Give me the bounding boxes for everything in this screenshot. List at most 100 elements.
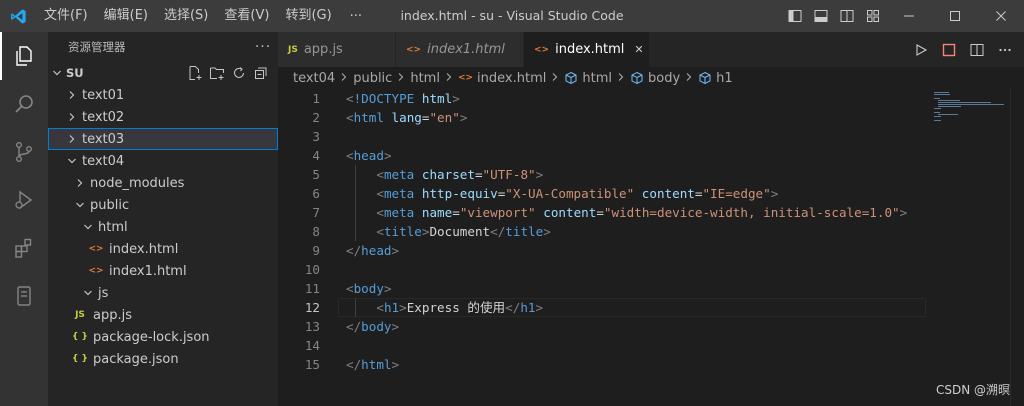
- run-play-icon[interactable]: [908, 37, 934, 63]
- line-number: 11: [304, 281, 320, 296]
- line-number: 2: [312, 110, 320, 125]
- code-text: <meta name="viewport" content="width=dev…: [376, 205, 908, 220]
- stop-preview-icon[interactable]: [936, 37, 962, 63]
- breadcrumb-item[interactable]: text04: [293, 71, 335, 86]
- minimap[interactable]: [926, 89, 1010, 406]
- menu-item[interactable]: 转到(G): [277, 0, 339, 32]
- folder-item[interactable]: text03: [48, 128, 278, 150]
- extensions-icon[interactable]: [0, 224, 48, 272]
- remote-explorer-icon[interactable]: [0, 272, 48, 320]
- folder-item[interactable]: text02: [48, 106, 278, 128]
- breadcrumb-label: body: [647, 70, 681, 86]
- code-text: </head>: [346, 243, 400, 258]
- minimap-line: [938, 102, 991, 103]
- window-controls: [782, 0, 1024, 32]
- minimap-line: [938, 104, 1004, 105]
- file-item[interactable]: <> index.html: [48, 238, 278, 260]
- chevron-down-icon: [72, 200, 88, 210]
- indent-guide: [355, 165, 356, 241]
- breadcrumb-item[interactable]: <> index.html: [458, 71, 546, 86]
- code-line: 5 <meta charset="UTF-8">: [278, 165, 926, 184]
- editor-tab[interactable]: <> index.html ✕: [524, 32, 650, 67]
- menu-item[interactable]: 编辑(E): [96, 0, 156, 32]
- line-number: 4: [312, 148, 320, 163]
- chevron-right-icon: [551, 72, 559, 85]
- tree-item-label: text02: [82, 109, 125, 125]
- refresh-icon[interactable]: [230, 64, 248, 82]
- tab-label: app.js: [303, 42, 343, 57]
- code-line: 6 <meta http-equiv="X-UA-Compatible" con…: [278, 184, 926, 203]
- html-file-icon: <>: [534, 44, 550, 55]
- workspace-folder-row[interactable]: SU: [48, 62, 278, 84]
- code-line: 12 <h1>Express 的使用</h1>: [278, 298, 926, 317]
- minimap-line: [934, 112, 940, 113]
- line-number: 10: [304, 262, 320, 277]
- maximize-button[interactable]: [932, 0, 978, 32]
- menu-more-button[interactable]: ···: [340, 9, 372, 24]
- editor-tab[interactable]: <> index1.html: [396, 32, 524, 67]
- menu-item[interactable]: 查看(V): [216, 0, 277, 32]
- tree-item-label: package-lock.json: [93, 329, 210, 345]
- explorer-icon[interactable]: [0, 32, 48, 80]
- close-icon[interactable]: ✕: [634, 43, 643, 56]
- code-text: <!DOCTYPE html>: [346, 91, 460, 106]
- minimize-button[interactable]: [886, 0, 932, 32]
- tree-item-label: text04: [82, 153, 125, 169]
- code-line: 8 <title>Document</title>: [278, 222, 926, 241]
- chevron-right-icon: [64, 90, 80, 100]
- element-cube-icon: [698, 71, 712, 85]
- menu-item[interactable]: 选择(S): [156, 0, 216, 32]
- code-line: 11 <body>: [278, 279, 926, 298]
- customize-layout-icon[interactable]: [860, 0, 886, 32]
- source-control-icon[interactable]: [0, 128, 48, 176]
- folder-item[interactable]: text04: [48, 150, 278, 172]
- code-line: 4 <head>: [278, 146, 926, 165]
- line-number: 5: [312, 167, 320, 182]
- breadcrumb-item[interactable]: public: [353, 71, 392, 86]
- breadcrumb-item[interactable]: body: [630, 71, 680, 86]
- tree-item-label: public: [90, 197, 130, 213]
- split-editor-icon[interactable]: [964, 37, 990, 63]
- file-item[interactable]: { } package-lock.json: [48, 326, 278, 348]
- chevron-right-icon: [340, 72, 348, 85]
- code-editor[interactable]: 1 <!DOCTYPE html> 2 <html lang="en"> 3 4 <head…: [278, 89, 926, 374]
- minimap-line: [934, 108, 941, 109]
- run-debug-icon[interactable]: [0, 176, 48, 224]
- editor-tab[interactable]: JS app.js: [278, 32, 396, 67]
- more-actions-button[interactable]: [992, 37, 1018, 63]
- folder-item[interactable]: html: [48, 216, 278, 238]
- folder-item[interactable]: js: [48, 282, 278, 304]
- breadcrumb-label: index.html: [477, 70, 547, 86]
- new-file-icon[interactable]: [186, 64, 204, 82]
- new-folder-icon[interactable]: [208, 64, 226, 82]
- breadcrumb-label: h1: [716, 70, 733, 86]
- vertical-scrollbar[interactable]: [1010, 89, 1024, 406]
- breadcrumb-label: html: [410, 70, 440, 86]
- collapse-all-icon[interactable]: [252, 64, 270, 82]
- search-icon[interactable]: [0, 80, 48, 128]
- folder-item[interactable]: text01: [48, 84, 278, 106]
- file-item[interactable]: { } package.json: [48, 348, 278, 370]
- folder-item[interactable]: node_modules: [48, 172, 278, 194]
- html-file-icon: <>: [88, 244, 104, 254]
- code-text: <meta charset="UTF-8">: [376, 167, 544, 182]
- toggle-sidebar-icon[interactable]: [782, 0, 808, 32]
- file-item[interactable]: <> index1.html: [48, 260, 278, 282]
- toggle-panel-icon[interactable]: [808, 0, 834, 32]
- menu-item[interactable]: 文件(F): [36, 0, 96, 32]
- close-window-button[interactable]: [978, 0, 1024, 32]
- breadcrumb-item[interactable]: html: [564, 71, 612, 86]
- minimap-line: [934, 116, 941, 117]
- editor-tabs: JS app.js <> index1.html <> index.html ✕: [278, 32, 1024, 67]
- breadcrumb-item[interactable]: h1: [698, 71, 733, 86]
- file-item[interactable]: JS app.js: [48, 304, 278, 326]
- breadcrumb-label: text04: [293, 70, 336, 86]
- minimap-line: [934, 120, 941, 121]
- code-text: <head>: [346, 148, 392, 163]
- tree-item-label: text01: [82, 87, 125, 103]
- toggle-secondary-sidebar-icon[interactable]: [834, 0, 860, 32]
- breadcrumb-item[interactable]: html: [410, 71, 440, 86]
- explorer-more-button[interactable]: ···: [248, 39, 278, 55]
- code-line: 7 <meta name="viewport" content="width=d…: [278, 203, 926, 222]
- folder-item[interactable]: public: [48, 194, 278, 216]
